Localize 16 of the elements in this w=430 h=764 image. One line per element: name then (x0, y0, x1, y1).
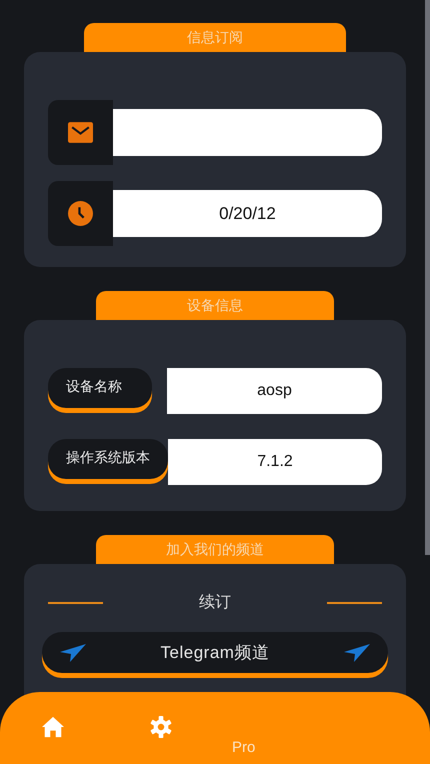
paper-plane-icon (344, 644, 370, 662)
clock-icon (68, 201, 93, 226)
field-label: 设备名称 (48, 368, 152, 408)
email-field[interactable] (113, 109, 382, 156)
value-field: aosp (167, 368, 382, 414)
paper-plane-icon (60, 644, 86, 662)
value-field: 7.1.2 (168, 439, 382, 485)
field-label: 操作系统版本 (48, 439, 168, 479)
section-heading: 续订 (199, 592, 231, 613)
settings-icon[interactable] (150, 716, 172, 738)
mail-icon (68, 120, 93, 145)
date-field[interactable]: 0/20/12 (113, 190, 382, 237)
telegram-button[interactable]: Telegram频道 (42, 632, 388, 673)
divider-line (327, 602, 382, 604)
home-icon[interactable] (42, 716, 64, 738)
divider-line (48, 602, 103, 604)
